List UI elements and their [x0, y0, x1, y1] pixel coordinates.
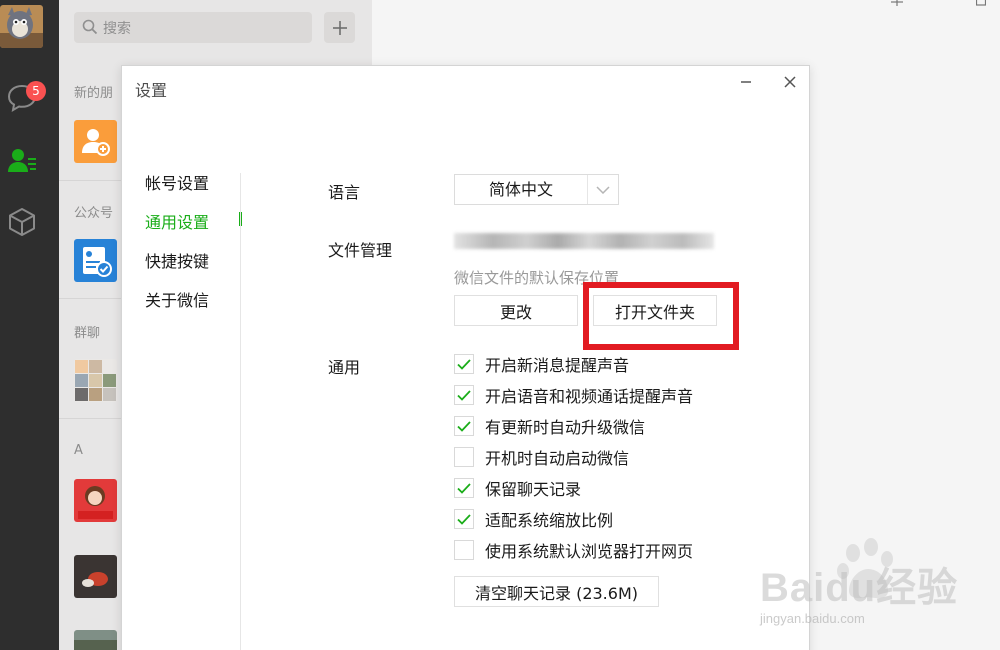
unread-badge: 5	[26, 81, 46, 101]
baidu-watermark: Baidu经验 jingyan.baidu.com	[760, 535, 1000, 650]
watermark-brand: Baidu经验	[760, 566, 959, 610]
option-label: 适配系统缩放比例	[485, 511, 614, 530]
option-label: 使用系统默认浏览器打开网页	[485, 542, 694, 561]
checkbox[interactable]	[454, 385, 474, 405]
checkbox[interactable]	[454, 447, 474, 467]
user-avatar[interactable]	[0, 5, 43, 48]
check-icon	[457, 513, 471, 525]
check-icon	[457, 420, 471, 432]
change-location-button[interactable]: 更改	[454, 295, 578, 326]
official-account-avatar[interactable]	[74, 239, 117, 282]
contact-avatar[interactable]	[74, 479, 117, 522]
menu-item-general-settings[interactable]: 通用设置	[145, 209, 209, 233]
check-icon	[457, 482, 471, 494]
option-label: 保留聊天记录	[485, 480, 582, 499]
menu-item-account-settings[interactable]: 帐号设置	[145, 170, 209, 194]
checkbox[interactable]	[454, 540, 474, 560]
menu-item-about-wechat[interactable]: 关于微信	[145, 287, 209, 311]
dialog-title: 设置	[135, 81, 168, 100]
contact-avatar[interactable]	[74, 555, 117, 598]
plus-icon	[332, 20, 347, 35]
file-management-label: 文件管理	[328, 241, 393, 260]
minimize-icon[interactable]	[738, 74, 754, 90]
general-label: 通用	[328, 358, 361, 377]
option-label: 开启语音和视频通话提醒声音	[485, 387, 694, 406]
watermark-url: jingyan.baidu.com	[760, 611, 865, 626]
option-label: 有更新时自动升级微信	[485, 418, 646, 437]
checkbox[interactable]	[454, 416, 474, 436]
clear-chat-history-button[interactable]: 清空聊天记录 (23.6M)	[454, 576, 659, 607]
option-label: 开启新消息提醒声音	[485, 356, 630, 375]
search-input[interactable]: 搜索	[74, 12, 312, 43]
group-chat-avatar[interactable]	[74, 359, 117, 402]
pin-icon[interactable]	[891, 0, 903, 6]
check-icon	[457, 358, 471, 370]
icon-rail: 5	[0, 0, 59, 650]
close-icon[interactable]	[782, 74, 798, 90]
language-select[interactable]: 简体中文	[454, 174, 619, 205]
search-icon	[82, 19, 98, 35]
chevron-down-icon[interactable]	[587, 175, 618, 204]
file-path-blurred	[454, 233, 714, 249]
checkbox[interactable]	[454, 354, 474, 374]
contacts-icon[interactable]	[4, 142, 40, 178]
checkbox[interactable]	[454, 478, 474, 498]
add-button[interactable]	[324, 12, 355, 43]
mini-program-cube-icon[interactable]	[4, 204, 40, 240]
highlight-annotation	[583, 282, 739, 350]
section-label-group-chats: 群聊	[74, 326, 101, 341]
option-label: 开机时自动启动微信	[485, 449, 630, 468]
check-icon	[457, 389, 471, 401]
section-label-a: A	[74, 443, 83, 458]
section-label-new-friends: 新的朋	[74, 86, 114, 101]
language-label: 语言	[328, 183, 361, 202]
new-friend-avatar[interactable]	[74, 120, 117, 163]
language-value: 简体中文	[488, 180, 553, 199]
search-placeholder: 搜索	[103, 21, 131, 37]
menu-item-shortcuts[interactable]: 快捷按键	[145, 248, 209, 272]
contact-avatar[interactable]	[74, 630, 117, 650]
menu-divider	[240, 173, 241, 650]
settings-dialog: 设置 帐号设置 通用设置 快捷按键 关于微信 语言 简体中文 文件管理 微信文件…	[121, 65, 810, 650]
section-label-official-accounts: 公众号	[74, 206, 114, 221]
checkbox[interactable]	[454, 509, 474, 529]
maximize-icon[interactable]	[976, 0, 986, 6]
